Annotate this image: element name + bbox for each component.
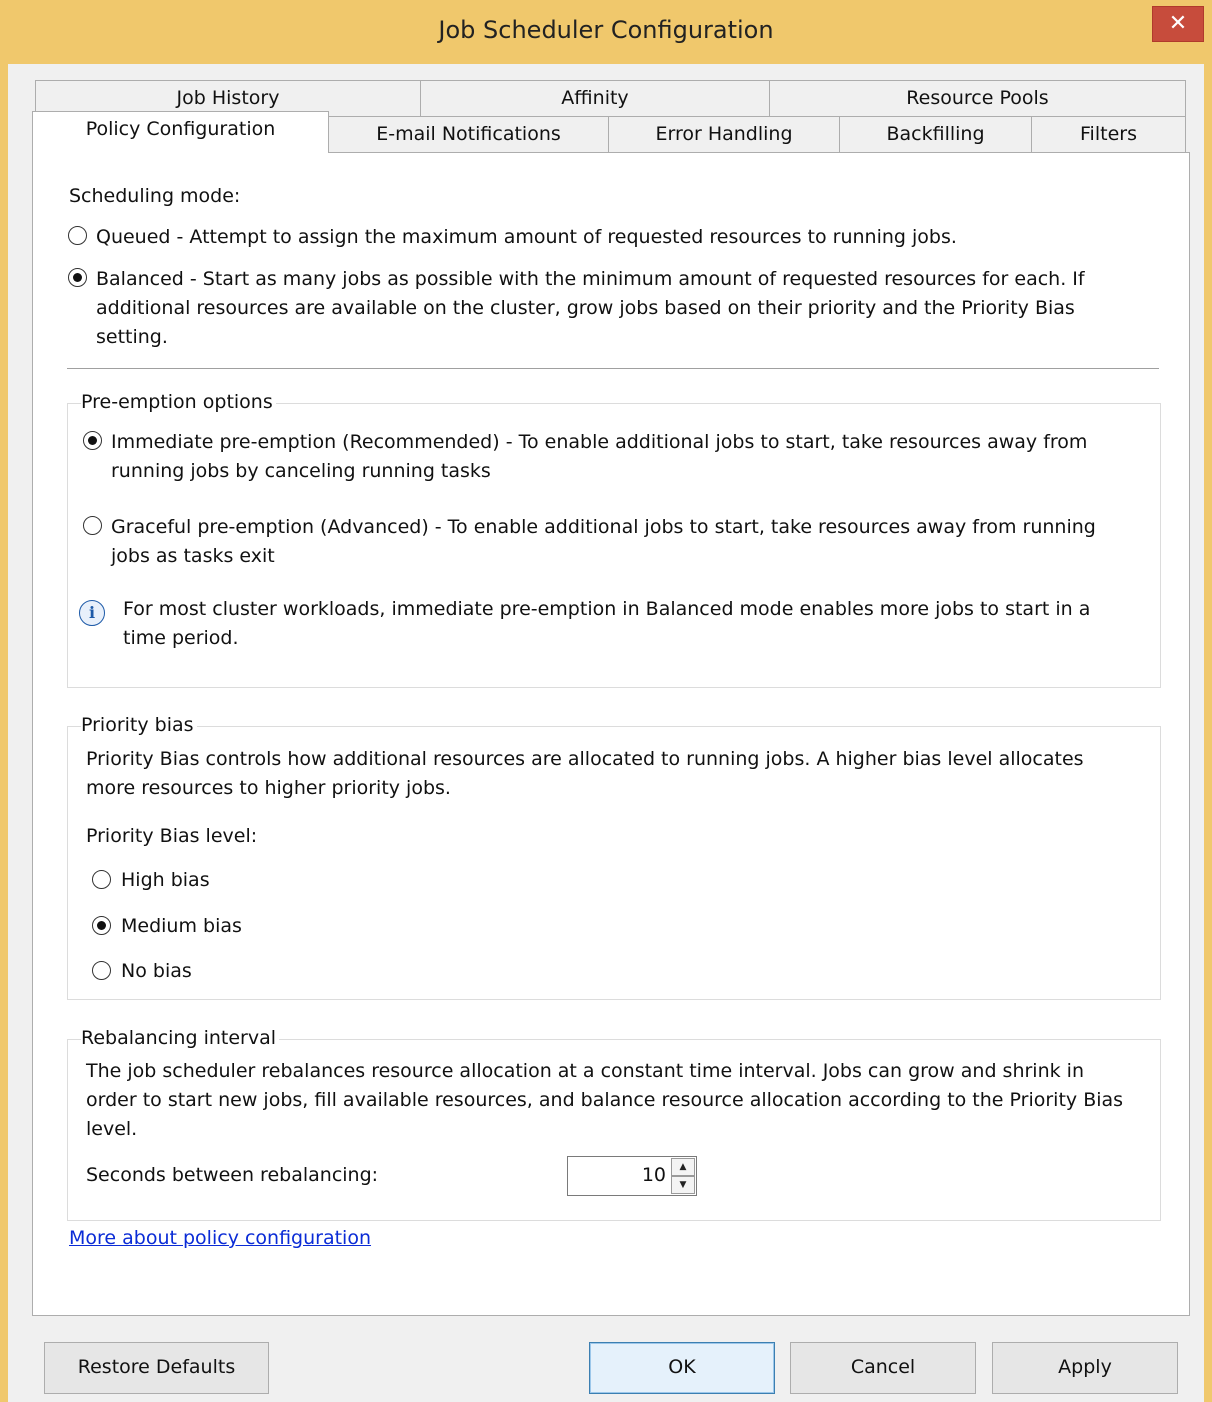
title-bar[interactable]: Job Scheduler Configuration ✕ <box>0 0 1212 66</box>
seconds-value[interactable]: 10 <box>642 1157 666 1193</box>
graceful-preemption-line2: jobs as tasks exit <box>111 545 275 567</box>
rebalancing-desc-line3: level. <box>86 1118 138 1140</box>
info-text-line1: For most cluster workloads, immediate pr… <box>123 598 1091 620</box>
cancel-button[interactable]: Cancel <box>790 1342 976 1394</box>
rebalancing-legend: Rebalancing interval <box>81 1025 280 1051</box>
balanced-label-line1[interactable]: Balanced - Start as many jobs as possibl… <box>96 265 1085 294</box>
apply-button[interactable]: Apply <box>992 1342 1178 1394</box>
tab-affinity[interactable]: Affinity <box>420 80 770 116</box>
rebalancing-desc-line2: order to start new jobs, fill available … <box>86 1089 1124 1111</box>
balanced-label-line3: setting. <box>96 326 168 348</box>
close-icon: ✕ <box>1168 11 1188 36</box>
graceful-preemption-line1[interactable]: Graceful pre-emption (Advanced) - To ena… <box>111 513 1096 542</box>
preemption-legend: Pre-emption options <box>81 389 276 415</box>
ok-button[interactable]: OK <box>589 1342 775 1394</box>
seconds-label: Seconds between rebalancing: <box>86 1164 379 1186</box>
high-bias-label[interactable]: High bias <box>121 866 210 895</box>
immediate-preemption-line1[interactable]: Immediate pre-emption (Recommended) - To… <box>111 428 1087 457</box>
priority-bias-legend: Priority bias <box>81 712 197 738</box>
priority-bias-desc-line2: more resources to higher priority jobs. <box>86 777 451 799</box>
separator <box>67 368 1159 369</box>
spin-up-button[interactable]: ▲ <box>671 1158 695 1176</box>
immediate-preemption-radio[interactable] <box>83 431 102 450</box>
more-about-link[interactable]: More about policy configuration <box>69 1225 371 1251</box>
balanced-radio[interactable] <box>68 268 87 287</box>
close-button[interactable]: ✕ <box>1152 6 1204 42</box>
no-bias-radio[interactable] <box>92 961 111 980</box>
arrow-down-icon: ▼ <box>679 1180 687 1190</box>
medium-bias-label[interactable]: Medium bias <box>121 912 242 941</box>
medium-bias-radio[interactable] <box>92 916 111 935</box>
tab-resource-pools[interactable]: Resource Pools <box>769 80 1186 116</box>
queued-radio[interactable] <box>68 226 87 245</box>
tab-error-handling[interactable]: Error Handling <box>608 116 840 152</box>
tab-panel-policy: Scheduling mode: Queued - Attempt to ass… <box>32 152 1190 1316</box>
dialog-client: Job History Affinity Resource Pools Poli… <box>8 64 1204 1402</box>
restore-defaults-button[interactable]: Restore Defaults <box>44 1342 269 1394</box>
priority-bias-desc-line1: Priority Bias controls how additional re… <box>86 748 1084 770</box>
dialog-window: Job Scheduler Configuration ✕ Job Histor… <box>0 0 1212 1402</box>
no-bias-label[interactable]: No bias <box>121 957 192 986</box>
balanced-label-line2: additional resources are available on th… <box>96 297 1075 319</box>
tab-policy-configuration[interactable]: Policy Configuration <box>32 111 329 153</box>
info-text-line2: time period. <box>123 627 239 649</box>
info-icon: i <box>79 600 105 626</box>
spin-down-button[interactable]: ▼ <box>671 1176 695 1194</box>
scheduling-mode-label: Scheduling mode: <box>69 185 241 207</box>
immediate-preemption-line2: running jobs by canceling running tasks <box>111 460 491 482</box>
tab-backfilling[interactable]: Backfilling <box>839 116 1032 152</box>
tab-email-notifications[interactable]: E-mail Notifications <box>328 116 609 152</box>
priority-bias-level-label: Priority Bias level: <box>86 825 258 847</box>
high-bias-radio[interactable] <box>92 870 111 889</box>
queued-label[interactable]: Queued - Attempt to assign the maximum a… <box>96 223 957 252</box>
graceful-preemption-radio[interactable] <box>83 516 102 535</box>
rebalancing-desc-line1: The job scheduler rebalances resource al… <box>86 1060 1084 1082</box>
arrow-up-icon: ▲ <box>679 1162 687 1172</box>
seconds-spinbox[interactable]: 10 ▲ ▼ <box>567 1156 697 1196</box>
tab-filters[interactable]: Filters <box>1031 116 1186 152</box>
window-title: Job Scheduler Configuration <box>438 16 774 44</box>
